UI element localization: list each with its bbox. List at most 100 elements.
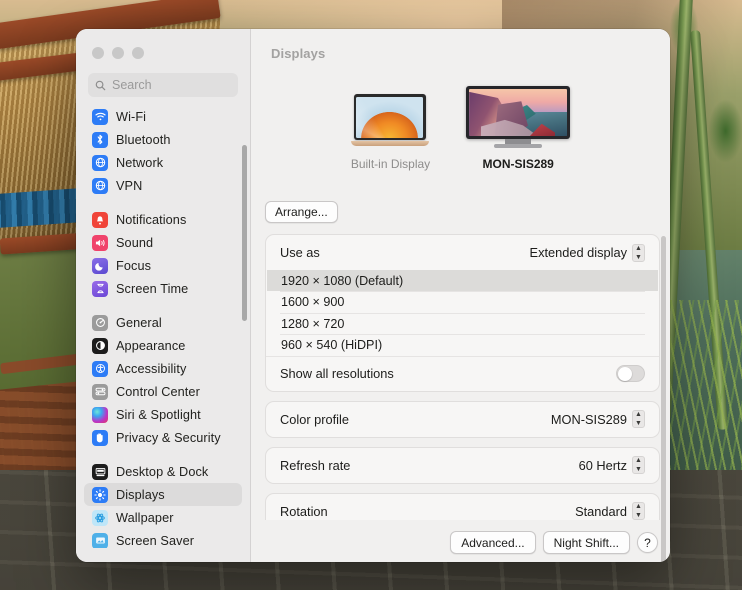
- sidebar-group-desktop: Desktop & Dock Displays Wallpaper: [76, 460, 250, 548]
- rotation-row[interactable]: Rotation Standard ▲▼: [266, 494, 659, 521]
- sidebar-item-label: Privacy & Security: [116, 431, 221, 445]
- sidebar-item-sound[interactable]: Sound: [84, 231, 242, 254]
- sidebar-item-label: Network: [116, 156, 163, 170]
- refresh-rate-value-group[interactable]: 60 Hertz ▲▼: [579, 456, 645, 474]
- close-button[interactable]: [92, 47, 104, 59]
- screen-saver-icon: [92, 533, 108, 549]
- laptop-wallpaper: [356, 97, 423, 138]
- resolution-option[interactable]: 960 × 540 (HiDPI): [267, 335, 658, 356]
- system-settings-window: Search Wi-Fi Bluetooth: [76, 29, 670, 562]
- sidebar-item-label: Bluetooth: [116, 133, 171, 147]
- color-profile-card: Color profile MON-SIS289 ▲▼: [265, 401, 660, 438]
- desktop-dock-icon: [92, 464, 108, 480]
- sidebar-item-appearance[interactable]: Appearance: [84, 334, 242, 357]
- sidebar-item-displays[interactable]: Displays: [84, 483, 242, 506]
- color-profile-value: MON-SIS289: [551, 412, 627, 427]
- rotation-value-group[interactable]: Standard ▲▼: [575, 502, 645, 520]
- minimize-button[interactable]: [112, 47, 124, 59]
- use-as-label: Use as: [280, 245, 320, 260]
- show-all-resolutions-label: Show all resolutions: [280, 366, 394, 381]
- color-profile-label: Color profile: [280, 412, 349, 427]
- sidebar-item-screen-saver[interactable]: Screen Saver: [84, 529, 242, 548]
- use-as-row[interactable]: Use as Extended display ▲▼: [266, 235, 659, 270]
- use-as-value-group[interactable]: Extended display ▲▼: [530, 244, 645, 262]
- sidebar-item-vpn[interactable]: VPN: [84, 174, 242, 197]
- content-scrollbar[interactable]: [661, 236, 666, 562]
- sidebar-item-control-center[interactable]: Control Center: [84, 380, 242, 403]
- sidebar-item-label: Desktop & Dock: [116, 465, 208, 479]
- sidebar-item-siri-spotlight[interactable]: Siri & Spotlight: [84, 403, 242, 426]
- display-thumbnails: Built-in Display: [251, 67, 670, 171]
- display-thumbnail-builtin[interactable]: Built-in Display: [351, 94, 430, 171]
- resolution-option[interactable]: 1600 × 900: [267, 292, 658, 313]
- sidebar-item-general[interactable]: General: [84, 311, 242, 334]
- resolution-option[interactable]: 1280 × 720: [267, 313, 658, 334]
- search-container: Search: [76, 59, 250, 105]
- sidebar-item-label: VPN: [116, 179, 142, 193]
- toggle-knob: [618, 367, 632, 381]
- page-title: Displays: [251, 29, 670, 61]
- globe-icon: [92, 155, 108, 171]
- monitor-icon: [466, 86, 570, 148]
- night-shift-button[interactable]: Night Shift...: [543, 531, 630, 554]
- bell-icon: [92, 212, 108, 228]
- sidebar-item-desktop-dock[interactable]: Desktop & Dock: [84, 460, 242, 483]
- sidebar-item-label: Focus: [116, 259, 151, 273]
- arrange-button[interactable]: Arrange...: [265, 201, 338, 223]
- displays-brightness-icon: [92, 487, 108, 503]
- help-button[interactable]: ?: [637, 532, 658, 553]
- accessibility-icon: [92, 361, 108, 377]
- display-name: MON-SIS289: [466, 157, 570, 171]
- monitor-wallpaper: [469, 89, 567, 136]
- sidebar-item-privacy-security[interactable]: Privacy & Security: [84, 426, 242, 449]
- window-traffic-lights: [76, 29, 250, 59]
- appearance-icon: [92, 338, 108, 354]
- monitor-stand-foot: [494, 144, 542, 148]
- sidebar: Search Wi-Fi Bluetooth: [76, 29, 251, 562]
- sidebar-item-label: Siri & Spotlight: [116, 408, 201, 422]
- sidebar-item-wallpaper[interactable]: Wallpaper: [84, 506, 242, 529]
- sidebar-scrollbar[interactable]: [242, 145, 247, 321]
- bluetooth-icon: [92, 132, 108, 148]
- search-input[interactable]: Search: [88, 73, 238, 97]
- monitor-screen: [466, 86, 570, 139]
- display-thumbnail-external[interactable]: MON-SIS289: [466, 86, 570, 171]
- chevron-updown-icon[interactable]: ▲▼: [632, 244, 645, 262]
- sidebar-item-network[interactable]: Network: [84, 151, 242, 174]
- sidebar-item-bluetooth[interactable]: Bluetooth: [84, 128, 242, 151]
- zoom-button[interactable]: [132, 47, 144, 59]
- refresh-rate-value: 60 Hertz: [579, 458, 627, 473]
- content-pane: Displays Built-in Display: [251, 29, 670, 562]
- sidebar-item-notifications[interactable]: Notifications: [84, 208, 242, 231]
- vpn-globe-icon: [92, 178, 108, 194]
- chevron-updown-icon[interactable]: ▲▼: [632, 502, 645, 520]
- advanced-button[interactable]: Advanced...: [450, 531, 535, 554]
- color-profile-row[interactable]: Color profile MON-SIS289 ▲▼: [266, 402, 659, 437]
- refresh-rate-row[interactable]: Refresh rate 60 Hertz ▲▼: [266, 448, 659, 483]
- resolution-list: 1920 × 1080 (Default) 1600 × 900 1280 × …: [266, 270, 659, 356]
- sidebar-item-screen-time[interactable]: Screen Time: [84, 277, 242, 300]
- rotation-value: Standard: [575, 504, 627, 519]
- rotation-underscan-card: Rotation Standard ▲▼ Underscan Off More: [265, 493, 660, 521]
- sidebar-item-label: Wallpaper: [116, 511, 174, 525]
- chevron-updown-icon[interactable]: ▲▼: [632, 410, 645, 428]
- sidebar-item-focus[interactable]: Focus: [84, 254, 242, 277]
- sidebar-item-accessibility[interactable]: Accessibility: [84, 357, 242, 380]
- wallpaper-icon: [92, 510, 108, 526]
- refresh-rate-card: Refresh rate 60 Hertz ▲▼: [265, 447, 660, 484]
- sidebar-item-label: Screen Saver: [116, 534, 194, 548]
- sidebar-item-label: Accessibility: [116, 362, 186, 376]
- sidebar-scroll-area: Wi-Fi Bluetooth Network: [76, 105, 250, 548]
- sidebar-item-label: General: [116, 316, 162, 330]
- chevron-updown-icon[interactable]: ▲▼: [632, 456, 645, 474]
- resolution-option[interactable]: 1920 × 1080 (Default): [267, 270, 658, 291]
- resolution-card: Use as Extended display ▲▼ 1920 × 1080 (…: [265, 234, 660, 392]
- wifi-icon: [92, 109, 108, 125]
- show-all-resolutions-toggle[interactable]: [616, 365, 645, 382]
- sidebar-item-label: Appearance: [116, 339, 185, 353]
- sidebar-group-general: General Appearance Accessibility: [76, 311, 250, 449]
- footer-buttons: Advanced... Night Shift... ?: [450, 531, 658, 554]
- sidebar-item-wifi[interactable]: Wi-Fi: [84, 105, 242, 128]
- color-profile-value-group[interactable]: MON-SIS289 ▲▼: [551, 410, 645, 428]
- sidebar-group-network: Wi-Fi Bluetooth Network: [76, 105, 250, 197]
